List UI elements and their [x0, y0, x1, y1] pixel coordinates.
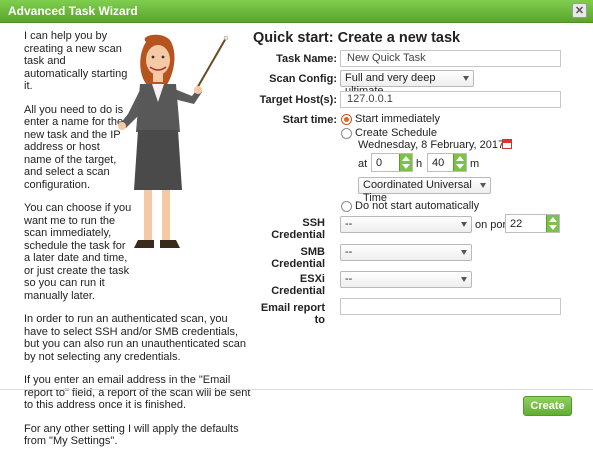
hour-stepper-buttons[interactable]: [399, 154, 412, 171]
minute-stepper-buttons[interactable]: [453, 154, 466, 171]
smb-label-line-1: SMB: [300, 246, 325, 258]
calendar-icon[interactable]: [502, 139, 512, 149]
close-icon[interactable]: ✕: [572, 3, 587, 18]
start-immediately-radio[interactable]: [341, 114, 352, 125]
timezone-select[interactable]: Coordinated Universal Time: [358, 177, 491, 204]
esxi-label-line-2: Credential: [271, 285, 325, 297]
smb-label-line-2: Credential: [271, 258, 325, 270]
task-name-label: Task Name:: [276, 53, 337, 65]
start-time-label: Start time:: [282, 114, 337, 126]
smb-credential-value: --: [345, 246, 353, 258]
minute-unit-label: m: [470, 158, 480, 170]
minute-value: 40: [432, 157, 445, 169]
chevron-down-icon: [461, 250, 467, 255]
footer-divider: [0, 389, 593, 390]
create-button[interactable]: Create: [523, 396, 572, 416]
hour-unit-label: h: [416, 158, 423, 170]
esxi-label-line-1: ESXi: [299, 273, 325, 285]
ssh-label-line-2: Credential: [271, 229, 325, 241]
target-hosts-input[interactable]: 127.0.0.1: [340, 91, 561, 108]
ssh-label-line-1: SSH: [302, 217, 325, 229]
chevron-down-icon: [480, 183, 486, 188]
form-title: Quick start: Create a new task: [253, 30, 461, 46]
down-arrow-icon[interactable]: [456, 164, 464, 169]
esxi-credential-select[interactable]: --: [340, 271, 472, 288]
esxi-credential-value: --: [345, 273, 353, 285]
smb-credential-label: SMB Credential: [262, 246, 325, 270]
no-start-label: Do not start automatically: [355, 200, 480, 212]
up-arrow-icon[interactable]: [402, 156, 410, 161]
minute-spinner[interactable]: 40: [427, 153, 467, 172]
email-report-input[interactable]: [340, 298, 561, 315]
ssh-port-spinner[interactable]: 22: [505, 214, 560, 233]
intro-paragraph-6: For any other setting I will apply the d…: [24, 422, 239, 448]
hour-value: 0: [376, 157, 383, 169]
chevron-down-icon: [463, 76, 469, 81]
ssh-credential-select[interactable]: --: [340, 216, 472, 233]
task-name-input[interactable]: New Quick Task: [340, 50, 561, 67]
ssh-credential-value: --: [345, 218, 353, 230]
target-hosts-label: Target Host(s):: [259, 94, 337, 106]
ssh-credential-label: SSH Credential: [262, 217, 325, 241]
hour-spinner[interactable]: 0: [371, 153, 413, 172]
at-label: at: [358, 158, 368, 170]
intro-paragraph-5: If you enter an email address in the "Em…: [24, 374, 251, 411]
scan-config-label: Scan Config:: [269, 73, 337, 85]
ssh-port-stepper-buttons[interactable]: [546, 215, 559, 232]
create-schedule-radio[interactable]: [341, 128, 352, 139]
up-arrow-icon[interactable]: [549, 217, 557, 222]
intro-paragraph-4: In order to run an authenticated scan, y…: [24, 313, 246, 363]
start-immediately-label: Start immediately: [355, 113, 440, 125]
window-title: Advanced Task Wizard: [8, 4, 138, 18]
chevron-down-icon: [461, 277, 467, 282]
smb-credential-select[interactable]: --: [340, 244, 472, 261]
down-arrow-icon[interactable]: [549, 225, 557, 230]
assistant-figure: [118, 34, 229, 248]
up-arrow-icon[interactable]: [456, 156, 464, 161]
down-arrow-icon[interactable]: [402, 164, 410, 169]
ssh-port-value: 22: [510, 218, 523, 230]
scan-config-select[interactable]: Full and very deep ultimate: [340, 70, 474, 97]
schedule-date: Wednesday, 8 February, 2017: [358, 139, 505, 151]
no-start-radio[interactable]: [341, 201, 352, 212]
create-schedule-label: Create Schedule: [355, 127, 437, 139]
chevron-down-icon: [461, 222, 467, 227]
title-bar: Advanced Task Wizard ✕: [0, 0, 593, 23]
esxi-credential-label: ESXi Credential: [262, 273, 325, 297]
email-report-label: Email report to: [260, 302, 325, 326]
